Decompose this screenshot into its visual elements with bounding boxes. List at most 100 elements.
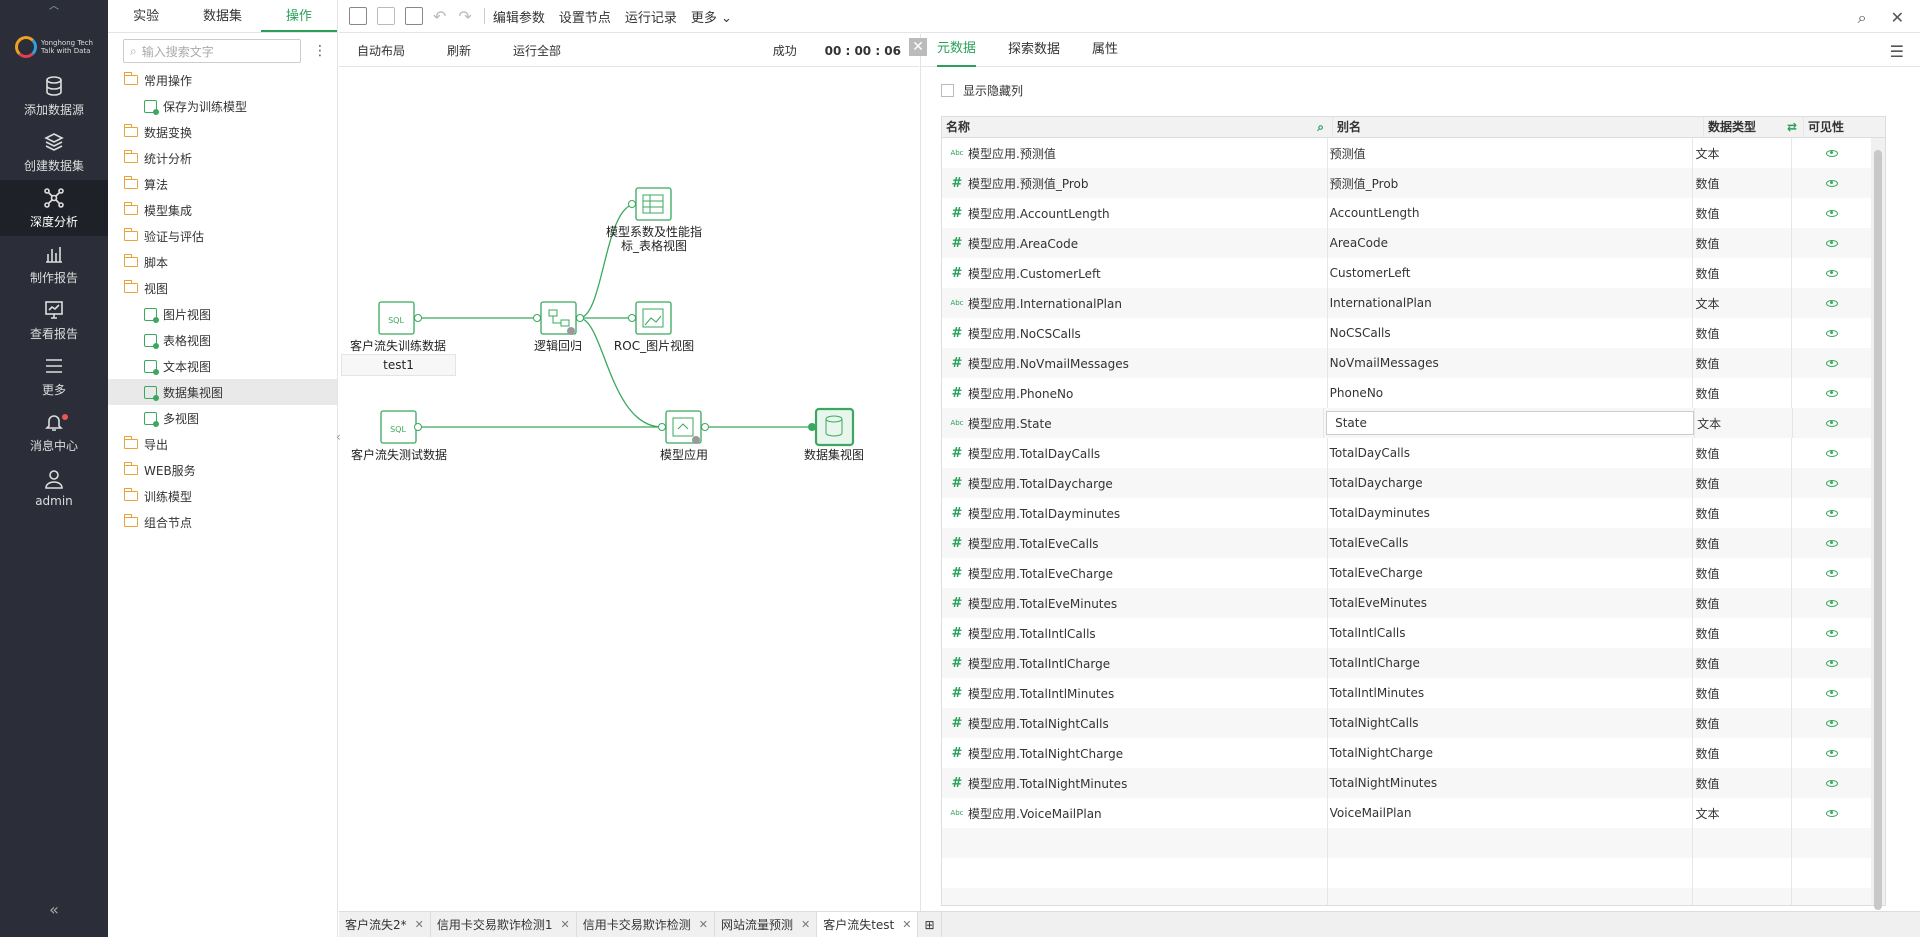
cell-visible[interactable] xyxy=(1792,618,1871,648)
table-row[interactable]: Abc 模型应用.State State 文本 xyxy=(942,408,1871,438)
cell-type[interactable]: 数值 xyxy=(1693,678,1793,708)
table-row[interactable]: # 模型应用.TotalEveMinutes TotalEveMinutes 数值 xyxy=(942,588,1871,618)
cell-visible[interactable] xyxy=(1792,708,1871,738)
cell-alias[interactable]: AreaCode xyxy=(1328,228,1694,258)
cell-type[interactable]: 数值 xyxy=(1693,348,1793,378)
cell-visible[interactable] xyxy=(1792,768,1871,798)
table-row[interactable]: # 模型应用.AreaCode AreaCode 数值 xyxy=(942,228,1871,258)
eye-icon[interactable] xyxy=(1825,629,1838,637)
cell-type[interactable]: 数值 xyxy=(1693,258,1793,288)
cell-alias[interactable]: TotalIntlCalls xyxy=(1328,618,1694,648)
cell-alias[interactable]: TotalDaycharge xyxy=(1328,468,1694,498)
cell-type[interactable]: 数值 xyxy=(1693,198,1793,228)
document-tab[interactable]: 信用卡交易欺诈检测 ✕ xyxy=(577,911,715,937)
header-alias[interactable]: 别名 xyxy=(1333,117,1704,137)
cell-type[interactable]: 数值 xyxy=(1693,228,1793,258)
cell-type[interactable]: 文本 xyxy=(1693,798,1793,828)
cell-alias[interactable]: InternationalPlan xyxy=(1328,288,1694,318)
table-row[interactable]: # 模型应用.预测值_Prob 预测值_Prob 数值 xyxy=(942,168,1871,198)
tree-folder[interactable]: 统计分析 xyxy=(108,145,337,171)
cell-type[interactable]: 数值 xyxy=(1693,648,1793,678)
more-options-icon[interactable]: ⋮ xyxy=(313,43,327,59)
cell-visible[interactable] xyxy=(1792,648,1871,678)
eye-icon[interactable] xyxy=(1825,659,1838,667)
cell-visible[interactable] xyxy=(1792,438,1871,468)
search-input[interactable]: ⌕ 输入搜索文字 xyxy=(123,39,301,63)
cell-visible[interactable] xyxy=(1792,348,1871,378)
cell-type[interactable]: 数值 xyxy=(1693,738,1793,768)
cell-type[interactable]: 数值 xyxy=(1693,768,1793,798)
tree-folder[interactable]: 视图 xyxy=(108,275,337,301)
tree-node[interactable]: 图片视图 xyxy=(108,301,337,327)
cell-alias[interactable]: TotalDayminutes xyxy=(1328,498,1694,528)
eye-icon[interactable] xyxy=(1825,269,1838,277)
redo-icon[interactable]: ↷ xyxy=(458,7,471,26)
table-row[interactable]: # 模型应用.AccountLength AccountLength 数值 xyxy=(942,198,1871,228)
eye-icon[interactable] xyxy=(1825,449,1838,457)
eye-icon[interactable] xyxy=(1825,779,1838,787)
cell-alias[interactable]: VoiceMailPlan xyxy=(1328,798,1694,828)
tree-folder[interactable]: 数据变换 xyxy=(108,119,337,145)
node-dataset-view[interactable] xyxy=(808,407,855,447)
eye-icon[interactable] xyxy=(1825,419,1838,427)
cell-alias[interactable]: PhoneNo xyxy=(1328,378,1694,408)
alias-input[interactable]: State xyxy=(1326,411,1695,435)
cell-visible[interactable] xyxy=(1792,678,1871,708)
node-model-apply[interactable] xyxy=(658,410,709,444)
eye-icon[interactable] xyxy=(1825,329,1838,337)
document-tab[interactable]: 客户流失test ✕ xyxy=(817,911,919,937)
scrollbar-thumb[interactable] xyxy=(1874,150,1882,910)
more-menu-button[interactable]: 更多 ⌄ xyxy=(691,7,732,26)
table-row[interactable]: # 模型应用.NoVmailMessages NoVmailMessages 数值 xyxy=(942,348,1871,378)
cell-alias[interactable]: TotalNightCalls xyxy=(1328,708,1694,738)
header-name[interactable]: 名称 ⌕ xyxy=(942,117,1333,137)
cell-type[interactable]: 数值 xyxy=(1693,438,1793,468)
tab-operation[interactable]: 操作 xyxy=(260,0,337,32)
cell-type[interactable]: 数值 xyxy=(1693,468,1793,498)
eye-icon[interactable] xyxy=(1825,809,1838,817)
table-row[interactable]: # 模型应用.TotalDayCalls TotalDayCalls 数值 xyxy=(942,438,1871,468)
tree-folder[interactable]: 验证与评估 xyxy=(108,223,337,249)
cell-visible[interactable] xyxy=(1792,288,1871,318)
node-train-data[interactable]: SQL xyxy=(378,301,422,335)
tree-folder[interactable]: 脚本 xyxy=(108,249,337,275)
tree-folder[interactable]: WEB服务 xyxy=(108,457,337,483)
cell-alias[interactable]: 预测值 xyxy=(1328,138,1694,168)
eye-icon[interactable] xyxy=(1825,359,1838,367)
cell-visible[interactable] xyxy=(1792,558,1871,588)
cell-visible[interactable] xyxy=(1792,798,1871,828)
tree-folder[interactable]: 算法 xyxy=(108,171,337,197)
document-tab[interactable]: 信用卡交易欺诈检测1 ✕ xyxy=(431,911,577,937)
node-logistic-regression[interactable] xyxy=(533,301,584,335)
close-panel-icon[interactable]: ✕ xyxy=(909,38,927,56)
cell-alias[interactable]: TotalEveCalls xyxy=(1328,528,1694,558)
vertical-scrollbar[interactable] xyxy=(1871,138,1885,910)
close-tab-icon[interactable]: ✕ xyxy=(561,912,570,937)
table-row[interactable]: # 模型应用.TotalDayminutes TotalDayminutes 数值 xyxy=(942,498,1871,528)
nav-view-report[interactable]: 查看报告 xyxy=(0,292,108,348)
node-test-data[interactable]: SQL xyxy=(380,410,422,444)
tab-explore-data[interactable]: 探索数据 xyxy=(1008,34,1060,66)
table-row[interactable]: # 模型应用.TotalIntlCharge TotalIntlCharge 数值 xyxy=(942,648,1871,678)
new-experiment-icon[interactable] xyxy=(349,7,367,25)
eye-icon[interactable] xyxy=(1825,599,1838,607)
cell-visible[interactable] xyxy=(1792,168,1871,198)
tree-folder[interactable]: 组合节点 xyxy=(108,509,337,535)
eye-icon[interactable] xyxy=(1825,479,1838,487)
tab-properties[interactable]: 属性 xyxy=(1092,34,1118,66)
header-visible[interactable]: 可见性 xyxy=(1804,117,1884,137)
table-row[interactable]: Abc 模型应用.VoiceMailPlan VoiceMailPlan 文本 xyxy=(942,798,1871,828)
document-tab[interactable]: 网站流量预测 ✕ xyxy=(715,911,818,937)
eye-icon[interactable] xyxy=(1825,209,1838,217)
cell-type[interactable]: 文本 xyxy=(1693,138,1793,168)
close-tab-icon[interactable]: ✕ xyxy=(415,912,424,937)
cell-alias[interactable]: 预测值_Prob xyxy=(1328,168,1694,198)
cell-visible[interactable] xyxy=(1792,258,1871,288)
cell-type[interactable]: 数值 xyxy=(1693,168,1793,198)
close-tab-icon[interactable]: ✕ xyxy=(902,912,911,937)
eye-icon[interactable] xyxy=(1825,149,1838,157)
panel-menu-icon[interactable]: ☰ xyxy=(1890,42,1904,61)
tree-folder[interactable]: 训练模型 xyxy=(108,483,337,509)
cell-visible[interactable] xyxy=(1793,408,1871,438)
table-row[interactable]: # 模型应用.TotalNightMinutes TotalNightMinutes… xyxy=(942,768,1871,798)
